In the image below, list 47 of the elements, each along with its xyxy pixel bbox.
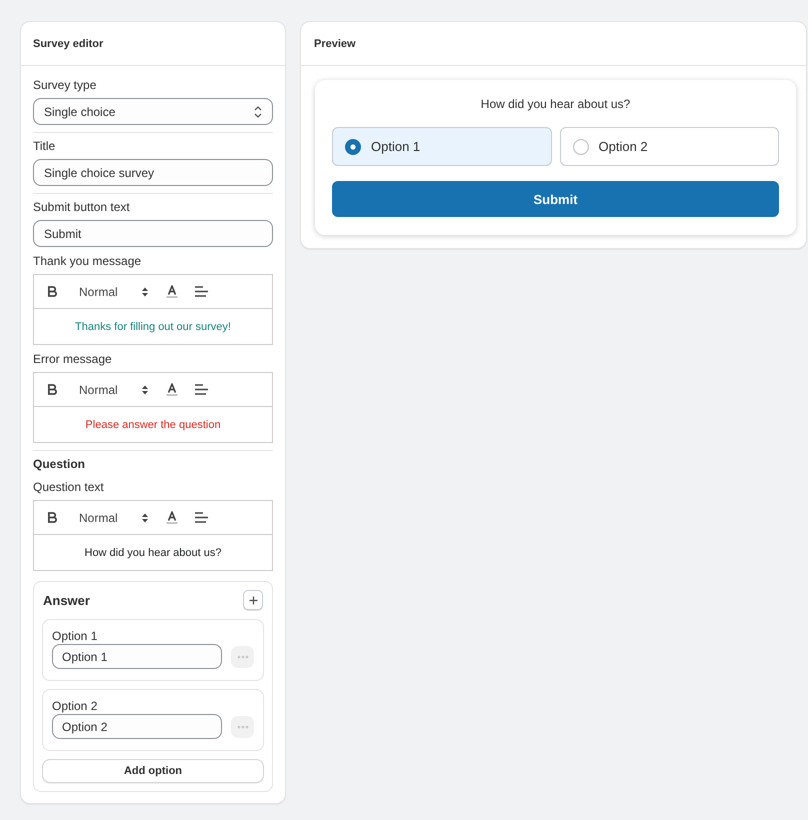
sort-caret-icon [142,512,148,522]
field-label: Option 1 [52,628,98,644]
format-dropdown[interactable]: Normal [74,506,154,528]
text-color-icon[interactable] [166,285,178,298]
section-title: Answer [43,592,90,608]
section-heading: Question [33,456,86,472]
add-answer-button[interactable] [243,590,263,610]
editor-content[interactable]: Please answer the question [34,407,272,442]
field-label: Question text [33,479,105,495]
bold-icon[interactable] [48,286,57,297]
select-arrows-icon [254,106,262,118]
radio-icon [345,138,361,154]
text-input[interactable]: Single choice survey [33,159,273,186]
field-label: Error message [33,351,113,367]
panel-title: Preview [314,36,356,50]
format-dropdown[interactable]: Normal [74,378,154,400]
bold-icon[interactable] [48,512,57,523]
field-label: Title [33,138,56,154]
answer-option[interactable]: Option 1 [332,127,552,166]
align-icon[interactable] [195,512,208,523]
field-label: Submit button text [33,199,131,215]
panel-title: Survey editor [33,36,104,50]
text-color-icon[interactable] [166,511,178,524]
radio-icon [572,138,588,154]
survey-type-select[interactable]: Single choice [33,98,273,125]
editor-content[interactable]: Thanks for filling out our survey! [34,309,272,344]
text-input[interactable]: Option 2 [52,714,222,739]
field-label: Option 2 [52,698,98,714]
sort-caret-icon [142,384,148,394]
text-input[interactable]: Submit [33,220,273,247]
plus-icon [248,596,258,604]
align-icon[interactable] [195,286,208,297]
ellipsis-icon [236,724,248,728]
align-icon[interactable] [195,384,208,395]
sort-caret-icon [142,286,148,296]
bold-icon[interactable] [48,384,57,395]
question-text: How did you hear about us? [480,96,632,112]
ellipsis-icon [236,654,248,658]
field-label: Survey type [33,77,98,93]
format-dropdown[interactable]: Normal [74,280,154,302]
text-input[interactable]: Option 1 [52,644,222,669]
submit-button[interactable]: Submit [332,181,779,217]
text-color-icon[interactable] [166,383,178,396]
answer-option[interactable]: Option 2 [560,127,779,166]
field-label: Thank you message [33,253,142,269]
add-option-button[interactable]: Add option [42,759,264,783]
editor-content[interactable]: How did you hear about us? [34,535,272,570]
